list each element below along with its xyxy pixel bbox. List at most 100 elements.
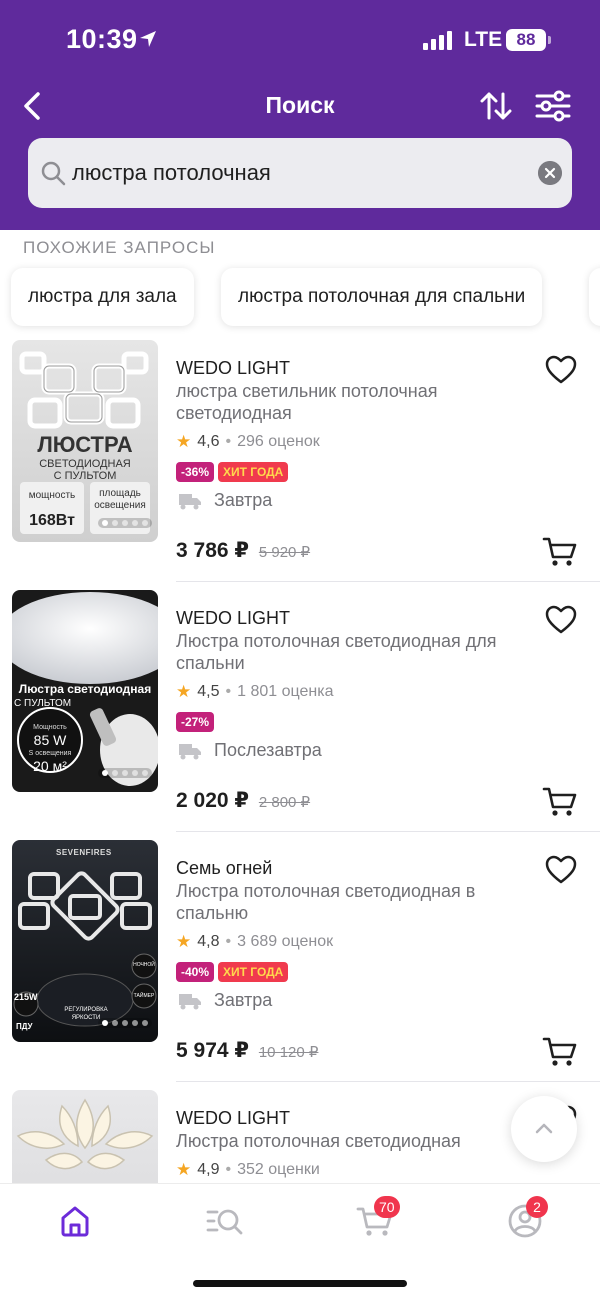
cart-icon[interactable] [542,786,578,818]
product-rating: ★ 4,9 • 352 оценки [176,1160,320,1180]
thumb-power-value: 85 W [33,732,67,748]
search-query: люстра потолочная [72,160,271,185]
delivery-info: Завтра [178,990,272,1011]
current-price: 2 020 ₽ [176,789,249,812]
product-card[interactable]: Люстра светодиодная С ПУЛЬТОМ Мощность 8… [0,590,600,840]
product-name[interactable]: Люстра потолочная светодиодная для спаль… [176,630,526,674]
home-indicator [193,1280,407,1287]
sort-icon[interactable] [478,88,514,124]
signal-icon [423,30,452,50]
product-card[interactable]: SEVENFIRES 215W ПДУ РЕГУЛИРОВКА ЯРКОСТИ … [0,840,600,1090]
catalog-search-icon[interactable] [205,1201,245,1241]
thumb-power: 215W [14,992,38,1002]
app-header: 10:39 LTE 88 Поиск люстра потолочная [0,0,600,230]
cart-icon[interactable] [542,1036,578,1068]
badges: -40% ХИТ ГОДА [176,962,289,982]
similar-queries-label: ПОХОЖИЕ ЗАПРОСЫ [23,238,216,257]
cart-icon[interactable] [542,536,578,568]
back-arrow-icon[interactable] [14,86,54,126]
search-input[interactable]: люстра потолочная [28,138,572,208]
clear-icon[interactable] [538,161,562,185]
product-name[interactable]: Люстра потолочная светодиодная в спальню [176,880,526,924]
filter-icon[interactable] [534,88,572,124]
divider [176,581,600,582]
scroll-top-button[interactable] [511,1096,577,1162]
network-label: LTE [464,28,503,51]
thumb-area-label: площадь освещения [94,488,146,511]
product-image[interactable] [12,1090,158,1183]
image-pager [98,1018,152,1028]
product-brand: WEDO LIGHT [176,608,291,628]
review-count: 296 оценок [237,433,320,450]
profile-count-badge: 2 [526,1196,548,1218]
star-icon: ★ [176,432,192,451]
thumb-title: ЛЮСТРА [37,432,133,457]
rating-separator: • [225,433,232,450]
cart-count-badge: 70 [374,1196,400,1218]
old-price: 5 920 ₽ [258,544,311,561]
price: 2 020 ₽ 2 800 ₽ [176,788,310,813]
product-card[interactable]: ЛЮСТРА СВЕТОДИОДНАЯ С ПУЛЬТОМ мощность 1… [0,340,600,590]
product-name[interactable]: люстра светильник потолочная светодиодна… [176,380,526,424]
truck-icon [179,743,201,759]
old-price: 2 800 ₽ [258,794,311,811]
badges: -36% ХИТ ГОДА [176,462,289,482]
divider [176,1081,600,1082]
product-image[interactable]: SEVENFIRES 215W ПДУ РЕГУЛИРОВКА ЯРКОСТИ … [12,840,158,1042]
delivery-date: Послезавтра [214,740,322,760]
chip-query-1[interactable]: люстра для зала [11,268,194,326]
status-bar: 10:39 LTE 88 [0,0,600,80]
heart-icon[interactable] [545,855,577,885]
product-brand: WEDO LIGHT [176,1108,291,1128]
product-card[interactable]: WEDO LIGHT Люстра потолочная светодиодна… [0,1090,600,1183]
product-rating: ★ 4,8 • 3 689 оценок [176,932,333,952]
image-pager [98,518,152,528]
review-count: 3 689 оценок [237,933,334,950]
battery-icon: 88 [506,29,546,51]
discount-badge: -40% [176,962,215,982]
thumb-power-value: 168Вт [29,512,75,529]
thumb-area-value: 20 м² [33,758,67,774]
location-arrow-icon [140,31,156,47]
rating-separator: • [225,1161,232,1178]
price: 3 786 ₽ 5 920 ₽ [176,538,310,563]
rating-value: 4,9 [197,1161,220,1178]
star-icon: ★ [176,932,192,951]
thumb-timer: ТАЙМЕР [133,993,155,999]
thumb-title: Люстра светодиодная [18,682,152,696]
thumb-remote: ПДУ [16,1022,33,1031]
heart-icon[interactable] [545,605,577,635]
rating-value: 4,5 [197,683,220,700]
truck-icon [179,493,201,509]
old-price: 10 120 ₽ [258,1044,319,1061]
rating-separator: • [225,933,232,950]
chip-query-3[interactable] [589,268,600,326]
rating-separator: • [225,683,232,700]
heart-icon[interactable] [545,355,577,385]
thumb-night: НОЧНОЙ [133,962,155,968]
product-image[interactable]: Люстра светодиодная С ПУЛЬТОМ Мощность 8… [12,590,158,792]
review-count: 1 801 оценка [237,683,334,700]
image-pager [98,768,152,778]
home-icon[interactable] [55,1201,95,1241]
thumb-subtitle: СВЕТОДИОДНАЯ С ПУЛЬТОМ [39,458,131,482]
chip-query-2[interactable]: люстра потолочная для спальни [221,268,543,326]
product-name[interactable]: Люстра потолочная светодиодная [176,1130,526,1152]
search-icon [41,161,66,186]
battery-tip [548,36,551,44]
product-brand: WEDO LIGHT [176,358,291,378]
product-brand: Семь огней [176,858,273,878]
rating-value: 4,8 [197,933,220,950]
product-rating: ★ 4,6 • 296 оценок [176,432,320,452]
thumb-power-label: Мощность [33,724,67,731]
star-icon: ★ [176,1160,192,1179]
review-count: 352 оценки [237,1161,320,1178]
page-title: Поиск [265,92,335,118]
chevron-up-icon [535,1123,553,1134]
product-image[interactable]: ЛЮСТРА СВЕТОДИОДНАЯ С ПУЛЬТОМ мощность 1… [12,340,158,542]
current-price: 3 786 ₽ [176,539,249,562]
discount-badge: -27% [176,712,215,732]
thumb-logo: SEVENFIRES [56,848,112,857]
current-price: 5 974 ₽ [176,1039,249,1062]
price: 5 974 ₽ 10 120 ₽ [176,1038,318,1063]
